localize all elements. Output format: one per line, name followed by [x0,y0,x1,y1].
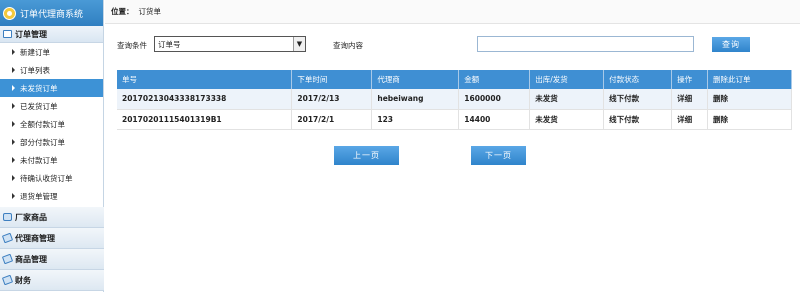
cell-order-time: 2017/2/13 [291,89,373,110]
column-header-agent: 代理商 [371,70,460,89]
cell-shipping: 未发货 [529,109,605,130]
table-row: 20170201115401319B1 2017/2/1 123 14400 未… [117,109,792,130]
sidebar-item-label: 已发货订单 [20,101,58,111]
arrow-right-icon [12,67,15,73]
cell-agent: 123 [371,109,460,130]
sidebar-item-new-order[interactable]: 新建订单 [0,43,103,61]
pencil-icon [1,253,14,265]
query-content-label: 查询内容 [333,41,363,50]
sidebar-item-pending-receipt-orders[interactable]: 待确认收货订单 [0,169,103,187]
sidebar-item-full-paid-orders[interactable]: 全额付款订单 [0,115,103,133]
query-condition-label: 查询条件 [117,41,147,50]
sidebar-item-label: 退货单管理 [20,191,58,201]
detail-link[interactable]: 详细 [671,89,709,110]
sidebar-item-partial-paid-orders[interactable]: 部分付款订单 [0,133,103,151]
pencil-icon [1,232,14,244]
breadcrumb-current: 订货单 [138,7,162,16]
breadcrumb: 位置： 订货单 [105,0,800,24]
query-content-input[interactable] [477,36,694,52]
query-condition-select[interactable]: 订单号 ▼ [154,36,306,52]
cell-order-time: 2017/2/1 [291,109,373,130]
sidebar: 订单代理商系统 订单管理 新建订单 订单列表 未发货订单 已发货订单 全额付款订… [0,0,104,292]
orders-table: 单号 下单时间 代理商 金额 出库/发货 付款状态 操作 删除此订单 20170… [117,70,792,130]
table-row: 20170213043338173338 2017/2/13 hebeiwang… [117,89,792,110]
column-header-order-no: 单号 [117,70,293,89]
column-header-order-time: 下单时间 [291,70,373,89]
cell-payment-status: 线下付款 [603,89,673,110]
sidebar-item-label: 部分付款订单 [20,137,65,147]
sidebar-item-unpaid-orders[interactable]: 未付款订单 [0,151,103,169]
sidebar-group-order-management[interactable]: 订单管理 [0,26,103,43]
detail-link[interactable]: 详细 [671,109,709,130]
chat-icon [3,213,12,221]
sidebar-group-label: 订单管理 [15,29,47,39]
cell-order-no: 20170213043338173338 [117,89,293,110]
chevron-down-icon[interactable]: ▼ [293,37,305,51]
sidebar-item-unshipped-orders[interactable]: 未发货订单 [0,79,103,97]
sidebar-group-label: 厂家商品 [15,212,47,222]
column-header-shipping: 出库/发货 [529,70,605,89]
folder-icon [3,30,12,38]
query-condition-value: 订单号 [158,39,181,49]
cell-payment-status: 线下付款 [603,109,673,130]
cell-amount: 1600000 [458,89,531,110]
sidebar-item-label: 待确认收货订单 [20,173,73,183]
breadcrumb-label: 位置： [111,7,134,16]
sidebar-item-label: 新建订单 [20,47,50,57]
table-header-row: 单号 下单时间 代理商 金额 出库/发货 付款状态 操作 删除此订单 [117,70,792,89]
main-content: 位置： 订货单 查询条件 订单号 ▼ 查询内容 查询 单号 下单时间 代理商 金… [105,0,800,292]
arrow-right-icon [12,121,15,127]
app-logo-icon [3,6,16,20]
sidebar-item-label: 未发货订单 [20,83,58,93]
app-title: 订单代理商系统 [20,9,84,20]
sidebar-item-return-management[interactable]: 退货单管理 [0,187,103,205]
cell-agent: hebeiwang [371,89,460,110]
query-bar: 查询条件 订单号 ▼ 查询内容 查询 [105,36,800,54]
sidebar-group-label: 财务 [15,275,31,285]
arrow-right-icon [12,103,15,109]
arrow-right-icon [12,193,15,199]
delete-link[interactable]: 删除 [707,109,792,130]
cell-order-no: 20170201115401319B1 [117,109,293,130]
cell-amount: 14400 [458,109,531,130]
column-header-payment-status: 付款状态 [603,70,673,89]
cell-shipping: 未发货 [529,89,605,110]
sidebar-item-shipped-orders[interactable]: 已发货订单 [0,97,103,115]
arrow-right-icon [12,157,15,163]
sidebar-group-product-management[interactable]: 商品管理 [0,249,104,270]
next-page-button[interactable]: 下一页 [471,146,526,165]
search-button[interactable]: 查询 [712,37,750,52]
column-header-actions: 操作 [671,70,709,89]
arrow-right-icon [12,139,15,145]
column-header-delete: 删除此订单 [707,70,792,89]
delete-link[interactable]: 删除 [707,89,792,110]
sidebar-group-vendor-products[interactable]: 厂家商品 [0,207,104,228]
sidebar-group-agent-management[interactable]: 代理商管理 [0,228,104,249]
arrow-right-icon [12,85,15,91]
sidebar-item-order-list[interactable]: 订单列表 [0,61,103,79]
arrow-right-icon [12,175,15,181]
sidebar-item-label: 全额付款订单 [20,119,65,129]
pencil-icon [1,274,14,286]
sidebar-group-label: 商品管理 [15,254,47,264]
sidebar-group-label: 代理商管理 [15,233,55,243]
sidebar-group-finance[interactable]: 财务 [0,270,104,291]
arrow-right-icon [12,49,15,55]
prev-page-button[interactable]: 上一页 [334,146,399,165]
app-header: 订单代理商系统 [0,0,103,26]
sidebar-item-label: 订单列表 [20,65,50,75]
sidebar-item-label: 未付款订单 [20,155,58,165]
column-header-amount: 金额 [458,70,531,89]
